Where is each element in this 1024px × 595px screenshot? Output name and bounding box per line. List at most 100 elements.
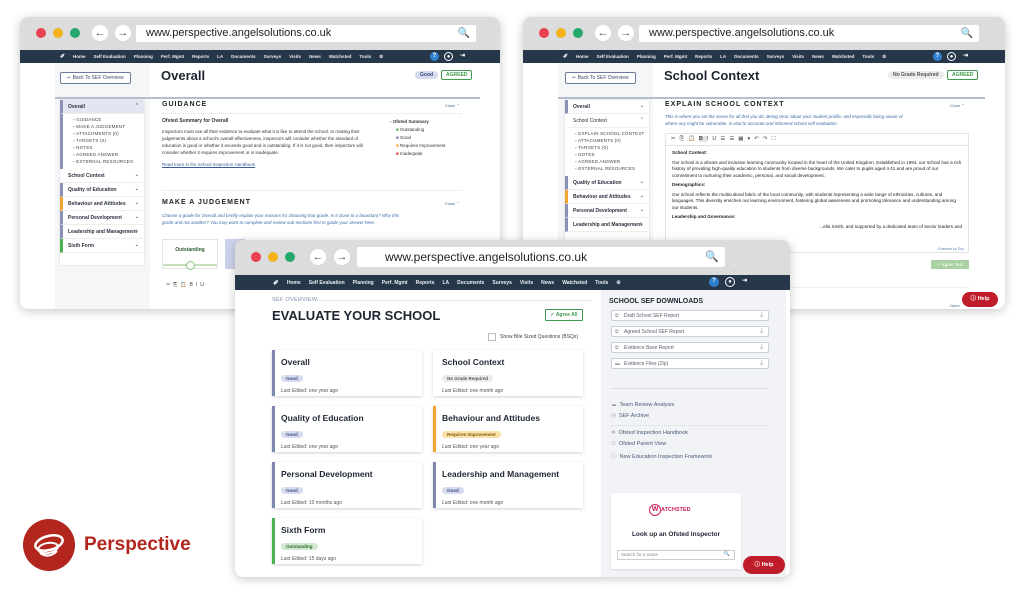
nav-settings-icon[interactable]: ⚙ bbox=[616, 280, 620, 286]
link-ofsted-parent-view[interactable]: ⚇ Ofsted Parent View bbox=[611, 441, 666, 447]
nav-settings-icon[interactable]: ⚙ bbox=[379, 54, 383, 60]
minimize-dot[interactable] bbox=[53, 28, 63, 38]
copy-icon[interactable]: ⎘ bbox=[680, 136, 688, 142]
forward-arrow-icon[interactable]: → bbox=[115, 25, 131, 41]
sidebar-subitem[interactable]: ▫ EXPLAIN SCHOOL CONTEXT bbox=[565, 130, 649, 137]
sidebar-item-sixth-form[interactable]: Sixth Form ⌄ bbox=[60, 239, 144, 253]
sidebar-subitem[interactable]: ▫ EXTERNAL RESOURCES bbox=[565, 165, 649, 172]
back-to-sef-button[interactable]: ⇐ Back To SEF Overview bbox=[565, 72, 636, 84]
nav-item[interactable]: Visits bbox=[792, 54, 804, 59]
forward-arrow-icon[interactable]: → bbox=[618, 25, 634, 41]
nav-item[interactable]: Tools bbox=[862, 54, 874, 59]
help-button[interactable]: ⓘ Help bbox=[743, 556, 785, 574]
nav-item[interactable]: Planning bbox=[134, 54, 153, 59]
maximize-dot[interactable] bbox=[285, 252, 295, 262]
search-icon[interactable]: 🔍 bbox=[724, 551, 730, 557]
back-arrow-icon[interactable]: ← bbox=[595, 25, 611, 41]
user-icon[interactable]: ● bbox=[725, 277, 735, 287]
sidebar-item-leadership[interactable]: Leadership and Management ⌄ bbox=[565, 218, 649, 232]
nav-item[interactable]: Tools bbox=[595, 280, 608, 286]
nav-item[interactable]: Perf. Mgmt bbox=[382, 280, 408, 286]
grade-slider-handle[interactable] bbox=[186, 261, 195, 270]
nav-item[interactable]: Home bbox=[73, 54, 86, 59]
nav-item[interactable]: Self Evaluation bbox=[94, 54, 126, 59]
maximize-dot[interactable] bbox=[573, 28, 583, 38]
kebab-menu-icon[interactable]: · · · bbox=[482, 24, 485, 45]
nav-item[interactable]: Watchsted bbox=[832, 54, 855, 59]
maximize-dot[interactable] bbox=[70, 28, 80, 38]
nav-item[interactable]: Documents bbox=[457, 280, 484, 286]
nav-item[interactable]: Documents bbox=[231, 54, 256, 59]
bold-icon[interactable]: B bbox=[698, 136, 707, 142]
sidebar-subitem[interactable]: ▫ GUIDANCE bbox=[63, 116, 144, 123]
sidebar-item-overall[interactable]: Overall ⌃ bbox=[60, 100, 144, 114]
search-icon[interactable]: 🔍 bbox=[961, 25, 973, 42]
nav-item[interactable]: Watchsted bbox=[329, 54, 352, 59]
logout-icon[interactable]: ⇥ bbox=[740, 277, 749, 286]
nav-item[interactable]: Home bbox=[576, 54, 589, 59]
table-icon[interactable]: ▦▾ bbox=[738, 136, 754, 142]
nav-item[interactable]: Documents bbox=[734, 54, 759, 59]
link-new-framework[interactable]: ⓘ New Education Inspection Framework bbox=[611, 452, 712, 460]
nav-item[interactable]: Watchsted bbox=[562, 280, 587, 286]
search-icon[interactable]: 🔍 bbox=[458, 25, 470, 42]
inspector-search-input[interactable]: Search for a name 🔍 bbox=[617, 550, 735, 560]
open-link[interactable]: Open bbox=[950, 303, 960, 308]
grade-option-outstanding[interactable]: Outstanding bbox=[162, 239, 218, 270]
sef-card-sixth-form[interactable]: Sixth Form Outstanding Last Edited: 15 d… bbox=[272, 518, 422, 564]
nav-item[interactable]: News bbox=[541, 280, 554, 286]
breadcrumb[interactable]: SEF OVERVIEW bbox=[272, 297, 317, 303]
nav-item[interactable]: Visits bbox=[520, 280, 533, 286]
bsq-checkbox[interactable] bbox=[488, 333, 496, 341]
underline-icon[interactable]: U bbox=[200, 282, 207, 288]
nav-logo-icon[interactable]: ✐ bbox=[60, 53, 65, 60]
download-draft-report[interactable]: ⧉ Draft School SEF Report ⤓ bbox=[611, 310, 769, 321]
sef-card-quality-of-education[interactable]: Quality of Education Good Last Edited: o… bbox=[272, 406, 422, 452]
sidebar-subitem[interactable]: ▫ AGREED ANSWER bbox=[63, 151, 144, 158]
sidebar-item-quality-of-education[interactable]: Quality of Education ⌄ bbox=[60, 183, 144, 197]
logout-icon[interactable]: ⇥ bbox=[961, 52, 970, 61]
back-arrow-icon[interactable]: ← bbox=[310, 249, 326, 265]
nav-item[interactable]: Surveys bbox=[767, 54, 785, 59]
nav-item[interactable]: LA bbox=[720, 54, 726, 59]
nav-item[interactable]: Tools bbox=[359, 54, 371, 59]
sef-card-behaviour-and-attitudes[interactable]: Behaviour and Attitudes Requires Improve… bbox=[433, 406, 583, 452]
minimize-dot[interactable] bbox=[556, 28, 566, 38]
forward-arrow-icon[interactable]: → bbox=[334, 249, 350, 265]
nav-item[interactable]: Reports bbox=[192, 54, 209, 59]
paste-icon[interactable]: 📋 bbox=[688, 136, 699, 142]
sidebar-item-personal-development[interactable]: Personal Development ⌄ bbox=[565, 204, 649, 218]
sidebar-subitem[interactable]: ▫ ATTACHMENTS (0) bbox=[565, 137, 649, 144]
back-arrow-icon[interactable]: ← bbox=[92, 25, 108, 41]
link-ofsted-handbook[interactable]: ✲ Ofsted Inspection Handbook bbox=[611, 430, 688, 436]
link-team-review-analysis[interactable]: ☁ Team Review Analysis bbox=[611, 402, 674, 408]
sidebar-item-behaviour[interactable]: Behaviour and Attitudes ⌄ bbox=[565, 190, 649, 204]
cut-icon[interactable]: ✂ bbox=[671, 136, 680, 142]
nav-item[interactable]: LA bbox=[443, 280, 450, 286]
numbered-list-icon[interactable]: ☰ bbox=[729, 136, 738, 142]
nav-item[interactable]: Visits bbox=[289, 54, 301, 59]
kebab-menu-icon[interactable]: · · · bbox=[985, 24, 988, 45]
address-bar[interactable]: www.perspective.angelsolutions.co.uk 🔍 bbox=[136, 25, 476, 42]
user-icon[interactable]: ● bbox=[444, 52, 453, 61]
nav-item[interactable]: Reports bbox=[416, 280, 435, 286]
download-evidence-base[interactable]: ⧉ Evidence Base Report ⤓ bbox=[611, 342, 769, 353]
sidebar-item-overall[interactable]: Overall ⌄ bbox=[565, 100, 649, 114]
sidebar-subitem[interactable]: ▫ MAKE A JUDGEMENT bbox=[63, 123, 144, 130]
nav-item[interactable]: Home bbox=[287, 280, 301, 286]
help-circle-icon[interactable]: ? bbox=[933, 52, 942, 61]
search-icon[interactable]: 🔍 bbox=[705, 247, 719, 267]
nav-item[interactable]: News bbox=[309, 54, 321, 59]
kebab-menu-icon[interactable]: · · · bbox=[732, 246, 736, 271]
address-bar[interactable]: www.perspective.angelsolutions.co.uk 🔍 bbox=[639, 25, 979, 42]
nav-item[interactable]: News bbox=[812, 54, 824, 59]
nav-item[interactable]: Reports bbox=[695, 54, 712, 59]
agree-all-button[interactable]: ✓ Agree All bbox=[545, 309, 583, 321]
nav-item[interactable]: Perf. Mgmt bbox=[161, 54, 184, 59]
close-dot[interactable] bbox=[539, 28, 549, 38]
nav-item[interactable]: Surveys bbox=[492, 280, 511, 286]
sidebar-subitem[interactable]: ▫ ATTACHMENTS (0) bbox=[63, 130, 144, 137]
sidebar-subitem[interactable]: ▫ NOTES bbox=[565, 151, 649, 158]
nav-logo-icon[interactable]: ✐ bbox=[273, 279, 279, 287]
close-dot[interactable] bbox=[36, 28, 46, 38]
